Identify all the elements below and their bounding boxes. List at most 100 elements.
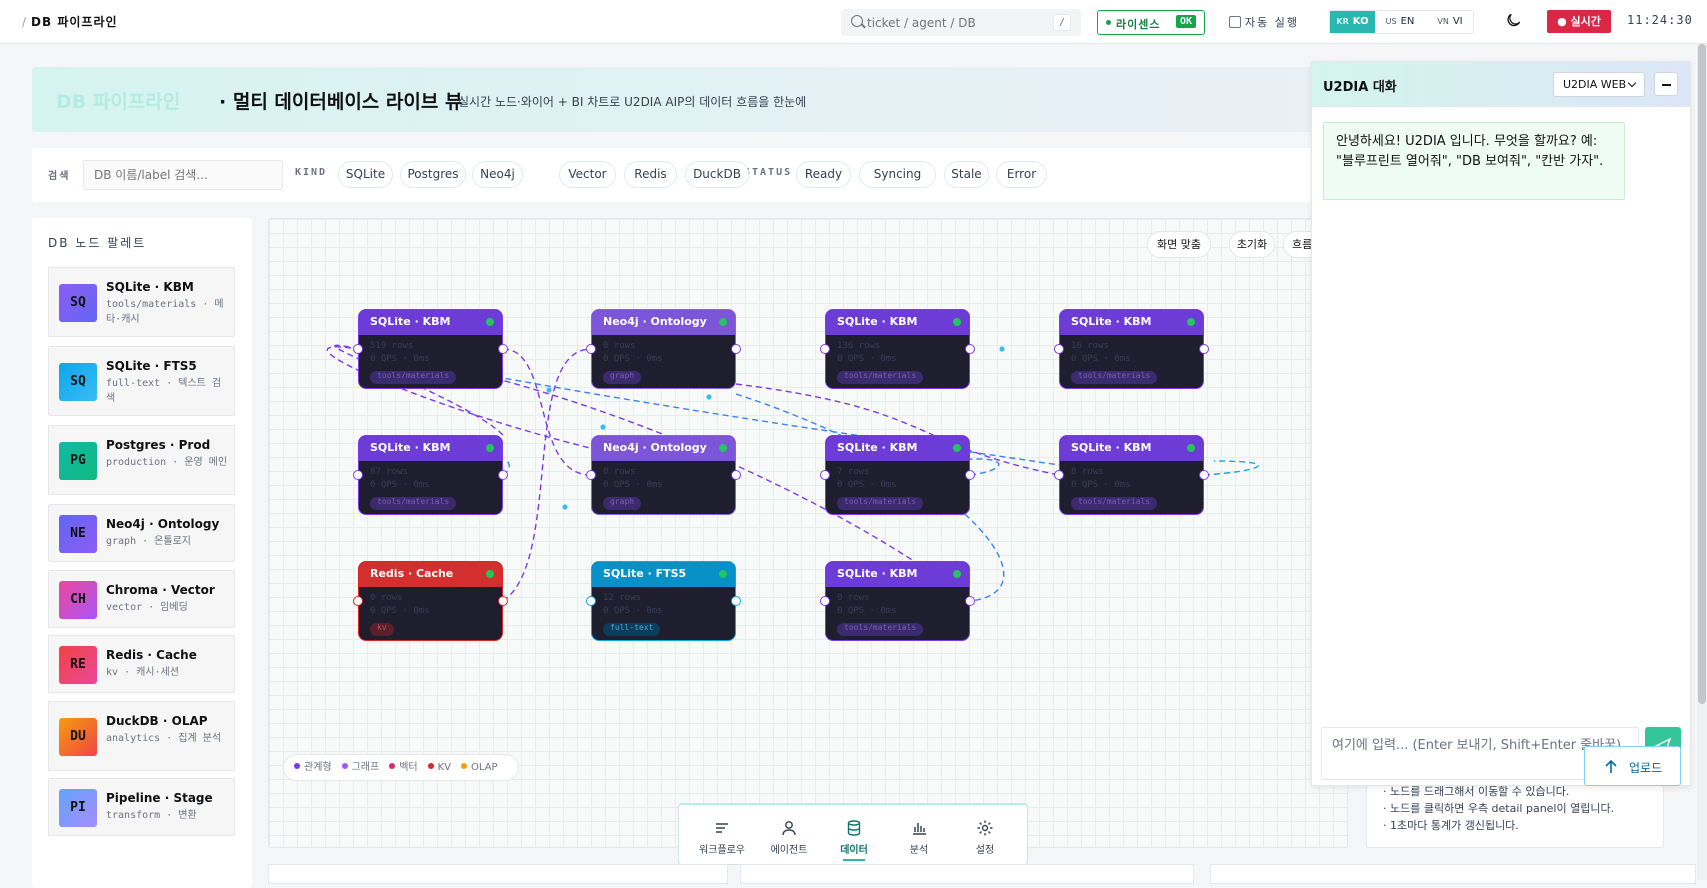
palette-item-name: Redis · Cache xyxy=(106,648,197,662)
lang-vi-option[interactable]: VN VI xyxy=(1426,11,1474,33)
live-button[interactable]: ● 실시간 xyxy=(1547,10,1611,33)
palette-item[interactable]: PG Postgres · Prod production · 운영 메인 xyxy=(48,425,235,495)
node-rows: 0 rows xyxy=(603,341,636,351)
chat-target-select[interactable]: U2DIA WEB xyxy=(1553,72,1645,97)
db-node[interactable]: SQLite · FTS5 12 rows 0 QPS · 0ms full-text xyxy=(591,561,736,641)
kind-chip-duckdb[interactable]: DuckDB xyxy=(685,161,749,188)
status-chip-stale[interactable]: Stale xyxy=(944,161,989,188)
palette-item[interactable]: DU DuckDB · OLAP analytics · 집계 분석 xyxy=(48,701,235,771)
db-node[interactable]: SQLite · KBM 136 rows 0 QPS · 0ms tools/mat… xyxy=(825,309,970,389)
edge-wire[interactable] xyxy=(502,348,592,476)
lang-en-option[interactable]: US EN xyxy=(1376,11,1424,33)
node-input-handle[interactable] xyxy=(586,470,596,480)
minimize-button[interactable] xyxy=(1654,72,1678,96)
flow-particle xyxy=(999,346,1005,352)
node-input-handle[interactable] xyxy=(820,344,830,354)
palette-item[interactable]: RE Redis · Cache kv · 캐시·세션 xyxy=(48,635,235,693)
upload-button[interactable]: 업로드 xyxy=(1584,746,1681,786)
breadcrumb[interactable]: / DB 파이프라인 xyxy=(22,13,118,30)
license-badge[interactable]: 라이센스 OK xyxy=(1097,10,1205,35)
db-node[interactable]: SQLite · KBM 7 rows 0 QPS · 0ms tools/mater… xyxy=(825,435,970,515)
edge-wire[interactable] xyxy=(502,348,592,602)
node-input-handle[interactable] xyxy=(586,596,596,606)
db-node[interactable]: Redis · Cache 0 rows 0 QPS · 0ms kv xyxy=(358,561,503,641)
moon-icon[interactable] xyxy=(1506,12,1522,28)
node-output-handle[interactable] xyxy=(731,344,741,354)
node-output-handle[interactable] xyxy=(731,470,741,480)
palette-item[interactable]: NE Neo4j · Ontology graph · 온톨로지 xyxy=(48,504,235,562)
node-output-handle[interactable] xyxy=(965,596,975,606)
pipeline-canvas[interactable]: SQLite · KBM 519 rows 0 QPS · 0ms tools/mat… xyxy=(268,218,1348,848)
db-node[interactable]: Neo4j · Ontology 0 rows 0 QPS · 0ms graph xyxy=(591,435,736,515)
auto-exec-toggle[interactable]: 자동 실행 xyxy=(1229,14,1299,30)
node-input-handle[interactable] xyxy=(586,344,596,354)
node-rows: 12 rows xyxy=(603,593,641,603)
db-node[interactable]: SQLite · KBM 0 rows 0 QPS · 0ms tools/mater… xyxy=(825,561,970,641)
dock-item-workflow[interactable]: 워크플로우 xyxy=(692,819,752,856)
node-rows: 0 rows xyxy=(603,467,636,477)
db-node[interactable]: SQLite · KBM 16 rows 0 QPS · 0ms tools/mate… xyxy=(1059,309,1204,389)
kind-chip-sqlite[interactable]: SQLite xyxy=(338,161,393,188)
node-output-handle[interactable] xyxy=(965,470,975,480)
dock-item-agent[interactable]: 에이전트 xyxy=(759,819,819,856)
auto-exec-checkbox[interactable] xyxy=(1229,16,1241,28)
node-input-handle[interactable] xyxy=(353,344,363,354)
upload-label: 업로드 xyxy=(1629,761,1663,775)
node-header: SQLite · FTS5 xyxy=(592,562,735,587)
node-output-handle[interactable] xyxy=(1199,470,1209,480)
node-qps: 0 QPS · 0ms xyxy=(370,354,430,364)
palette-item-name: SQLite · FTS5 xyxy=(106,359,197,373)
db-node[interactable]: Neo4j · Ontology 0 rows 0 QPS · 0ms graph xyxy=(591,309,736,389)
page-scrollbar[interactable] xyxy=(1697,44,1707,880)
db-node[interactable]: SQLite · KBM 8 rows 0 QPS · 0ms tools/mater… xyxy=(1059,435,1204,515)
node-title: SQLite · KBM xyxy=(370,315,451,328)
node-output-handle[interactable] xyxy=(1199,344,1209,354)
kind-chip-neo4j[interactable]: Neo4j xyxy=(472,161,523,188)
node-output-handle[interactable] xyxy=(498,596,508,606)
dock-item-chart[interactable]: 분석 xyxy=(889,819,949,856)
node-output-handle[interactable] xyxy=(965,344,975,354)
status-chip-error[interactable]: Error xyxy=(996,161,1047,188)
node-input-handle[interactable] xyxy=(1054,470,1064,480)
node-output-handle[interactable] xyxy=(498,470,508,480)
node-input-handle[interactable] xyxy=(353,470,363,480)
status-chip-ready[interactable]: Ready xyxy=(796,161,851,188)
node-input-handle[interactable] xyxy=(820,470,830,480)
lang-ko-option[interactable]: KR KO xyxy=(1330,11,1375,33)
global-search[interactable]: / xyxy=(841,9,1081,36)
node-input-handle[interactable] xyxy=(820,596,830,606)
node-rows: 0 rows xyxy=(370,593,403,603)
node-qps: 0 QPS · 0ms xyxy=(1071,354,1131,364)
node-input-handle[interactable] xyxy=(353,596,363,606)
status-chip-syncing[interactable]: Syncing xyxy=(859,161,936,188)
dock-item-database[interactable]: 데이터 xyxy=(824,819,884,861)
database-icon xyxy=(847,820,861,836)
canvas-control-button[interactable]: 화면 맞춤 xyxy=(1147,231,1211,258)
status-dot-icon xyxy=(719,570,727,578)
db-node[interactable]: SQLite · KBM 519 rows 0 QPS · 0ms tools/mat… xyxy=(358,309,503,389)
dock-item-gear[interactable]: 설정 xyxy=(955,819,1015,856)
status-dot-icon xyxy=(1187,318,1195,326)
node-output-handle[interactable] xyxy=(731,596,741,606)
kind-chip-postgres[interactable]: Postgres xyxy=(400,161,466,188)
kind-chip-redis[interactable]: Redis xyxy=(624,161,677,188)
node-output-handle[interactable] xyxy=(498,344,508,354)
node-tag: tools/materials xyxy=(370,371,457,384)
palette-item[interactable]: SQ SQLite · FTS5 full-text · 텍스트 검색 xyxy=(48,346,235,416)
db-search-input[interactable] xyxy=(83,160,283,190)
license-status: OK xyxy=(1175,15,1196,28)
canvas-legend: 관계형 그래프 벡터 KV OLAP xyxy=(283,754,519,781)
node-qps: 0 QPS · 0ms xyxy=(837,354,897,364)
palette-item[interactable]: CH Chroma · Vector vector · 임베딩 xyxy=(48,570,235,628)
db-node[interactable]: SQLite · KBM 87 rows 0 QPS · 0ms tools/mate… xyxy=(358,435,503,515)
kind-chip-vector[interactable]: Vector xyxy=(559,161,616,188)
canvas-control-button[interactable]: 초기화 xyxy=(1229,231,1275,258)
palette-item-name: Pipeline · Stage xyxy=(106,791,213,805)
scrollbar-thumb[interactable] xyxy=(1698,44,1706,704)
edge-wire[interactable] xyxy=(1203,460,1260,476)
palette-item[interactable]: PI Pipeline · Stage transform · 변환 xyxy=(48,778,235,836)
node-tag: tools/materials xyxy=(837,497,924,510)
global-search-input[interactable] xyxy=(867,13,1037,32)
node-input-handle[interactable] xyxy=(1054,344,1064,354)
palette-item[interactable]: SQ SQLite · KBM tools/materials · 메타·캐시 xyxy=(48,267,235,337)
